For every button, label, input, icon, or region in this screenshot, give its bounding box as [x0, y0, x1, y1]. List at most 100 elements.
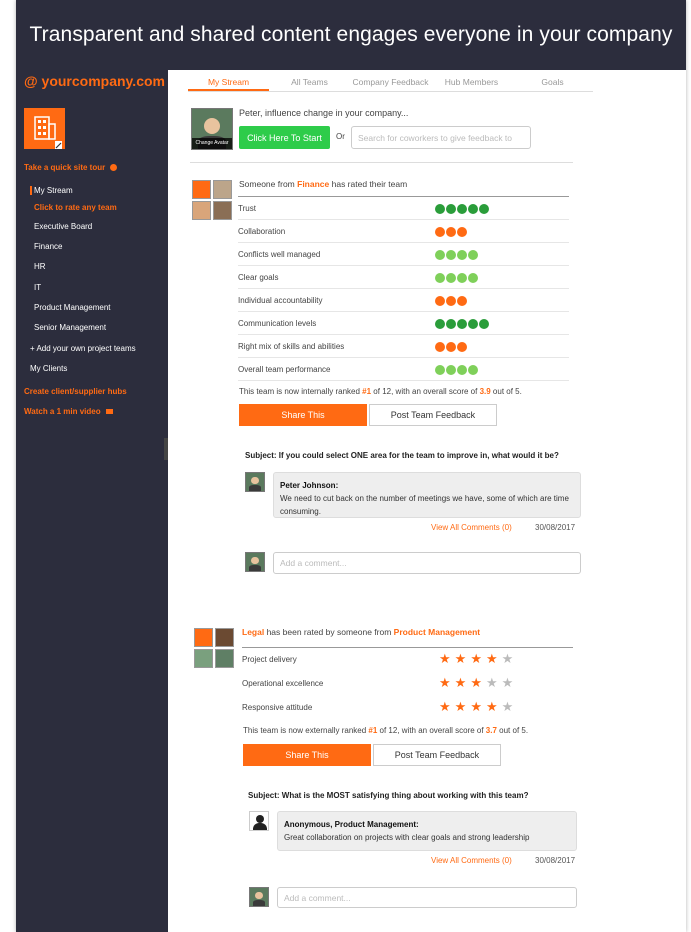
comment-date: 30/08/2017 — [535, 523, 576, 532]
rating-row: Clear goals — [238, 266, 569, 289]
rating-dot — [457, 365, 467, 375]
tab-bar: My Stream All Teams Company Feedback Hub… — [188, 74, 593, 92]
user-avatar[interactable]: Change Avatar — [191, 108, 233, 150]
sidebar-item-my-stream[interactable]: My Stream — [30, 186, 73, 195]
post1-team-link[interactable]: Finance — [297, 179, 329, 189]
star-rating-row: Responsive attitude ★ ★ ★ ★ ★ — [242, 696, 573, 719]
avatar-face — [251, 556, 259, 565]
sidebar-item-finance[interactable]: Finance — [34, 242, 62, 251]
rating-dot — [446, 250, 456, 260]
rating-dot — [435, 227, 445, 237]
start-button[interactable]: Click Here To Start — [239, 126, 330, 149]
post2-from-team-link[interactable]: Product Management — [394, 627, 480, 637]
coworker-search-input[interactable]: Search for coworkers to give feedback to — [351, 126, 531, 149]
rank-value: #1 — [362, 387, 372, 396]
tab-hub-members[interactable]: Hub Members — [431, 74, 512, 91]
post1-subject: Subject: If you could select ONE area fo… — [245, 451, 559, 460]
avatar-face — [251, 476, 259, 485]
rating-dot — [479, 204, 489, 214]
rating-dot — [435, 273, 445, 283]
tab-company-feedback[interactable]: Company Feedback — [350, 74, 431, 91]
sidebar-item-rate-team[interactable]: Click to rate any team — [34, 203, 117, 212]
view-all-comments-link[interactable]: View All Comments (0) — [431, 523, 512, 532]
rating-dot — [446, 319, 456, 329]
change-avatar-label[interactable]: Change Avatar — [192, 138, 232, 149]
view-all-comments-link[interactable]: View All Comments (0) — [431, 856, 512, 865]
tab-all-teams[interactable]: All Teams — [269, 74, 350, 91]
sidebar-item-it[interactable]: IT — [34, 283, 41, 292]
post2-title-mid: has been rated by someone from — [264, 627, 394, 637]
rating-stars: ★ ★ ★ ★ ★ — [439, 652, 513, 665]
company-logo[interactable] — [24, 108, 65, 149]
legal-team-icon — [194, 628, 213, 647]
star-icon: ★ — [470, 651, 482, 666]
rank-post: out of 5. — [490, 387, 522, 396]
or-label: Or — [336, 132, 345, 141]
rating-row: Trust — [238, 197, 569, 220]
rank-mid: of 12, with an overall score of — [371, 387, 480, 396]
rating-dot — [468, 250, 478, 260]
rank-pre: This team is now externally ranked — [243, 726, 369, 735]
avatar-shoulders — [248, 485, 262, 491]
star-rating-row: Operational excellence ★ ★ ★ ★ ★ — [242, 672, 573, 695]
rating-dot — [457, 204, 467, 214]
building-icon — [34, 116, 62, 149]
rating-dot — [435, 250, 445, 260]
comment-text: We need to cut back on the number of mee… — [280, 494, 569, 516]
sidebar: @ yourcompany.com Take a quick site tour… — [16, 70, 168, 932]
star-icon: ★ — [485, 699, 498, 714]
star-icon: ★ — [454, 675, 467, 690]
star-icon: ★ — [485, 675, 498, 690]
post1-add-comment-input[interactable]: Add a comment... — [273, 552, 581, 574]
share-button[interactable]: Share This — [243, 744, 371, 766]
rating-row: Individual accountability — [238, 289, 569, 312]
create-hubs-link[interactable]: Create client/supplier hubs — [24, 387, 127, 396]
rating-label: Clear goals — [238, 272, 279, 282]
rating-label: Communication levels — [238, 318, 317, 328]
rating-dot — [457, 342, 467, 352]
rating-row: Overall team performance — [238, 358, 569, 381]
site-tour-label: Take a quick site tour — [24, 163, 106, 172]
brand-link[interactable]: @ yourcompany.com — [24, 73, 165, 89]
rating-dots — [435, 365, 478, 375]
star-icon: ★ — [501, 675, 514, 690]
rating-dot — [479, 319, 489, 329]
sidebar-item-add-team[interactable]: + Add your own project teams — [30, 344, 136, 353]
finance-team-icon — [192, 180, 211, 199]
comment-text: Great collaboration on projects with cle… — [284, 833, 530, 842]
post2-add-comment-input[interactable]: Add a comment... — [277, 887, 577, 908]
sidebar-item-hr[interactable]: HR — [34, 262, 46, 271]
rating-dot — [435, 296, 445, 306]
site-tour-link[interactable]: Take a quick site tour — [24, 163, 118, 172]
rank-mid: of 12, with an overall score of — [377, 726, 486, 735]
post1-rank-text: This team is now internally ranked #1 of… — [239, 387, 522, 396]
avatar-shoulders — [248, 565, 262, 571]
share-button[interactable]: Share This — [239, 404, 367, 426]
watch-video-label: Watch a 1 min video — [24, 407, 101, 416]
rating-dot — [457, 273, 467, 283]
rating-dot — [468, 319, 478, 329]
rating-stars: ★ ★ ★ ★ ★ — [439, 676, 513, 689]
comment-author: Peter Johnson: — [280, 481, 339, 490]
rating-dot — [446, 227, 456, 237]
sidebar-item-executive-board[interactable]: Executive Board — [34, 222, 92, 231]
member-avatar — [215, 649, 234, 668]
avatar-face — [255, 891, 263, 900]
rating-dot — [435, 319, 445, 329]
star-icon: ★ — [439, 651, 451, 666]
sidebar-item-senior-management[interactable]: Senior Management — [34, 323, 106, 332]
post-team-feedback-button[interactable]: Post Team Feedback — [369, 404, 497, 426]
rating-label: Responsive attitude — [242, 703, 313, 712]
comment-date: 30/08/2017 — [535, 856, 576, 865]
watch-video-link[interactable]: Watch a 1 min video — [24, 407, 113, 416]
tab-goals[interactable]: Goals — [512, 74, 593, 91]
post2-team-link[interactable]: Legal — [242, 627, 264, 637]
avatar-shoulders — [252, 900, 266, 906]
sidebar-item-product-management[interactable]: Product Management — [34, 303, 111, 312]
tab-my-stream[interactable]: My Stream — [188, 74, 269, 91]
my-avatar — [249, 887, 269, 907]
sidebar-item-my-clients[interactable]: My Clients — [30, 364, 67, 373]
avatar-face — [204, 117, 220, 134]
rating-dot — [468, 204, 478, 214]
post-team-feedback-button[interactable]: Post Team Feedback — [373, 744, 501, 766]
